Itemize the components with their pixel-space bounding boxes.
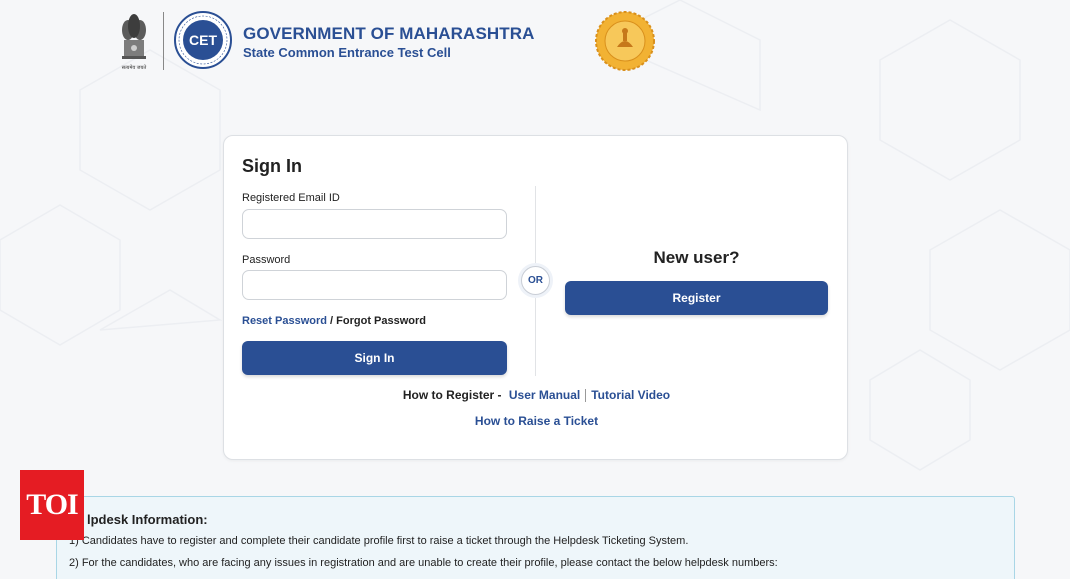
helpdesk-title: lpdesk Information: [87,512,208,527]
forgot-password-link[interactable]: Forgot Password [336,315,426,327]
emblem-caption: सत्यमेव जयते [122,64,147,71]
cet-logo-text: CET [189,32,217,48]
header-divider [163,12,164,70]
site-header: सत्यमेव जयते CET GOVERNMENT OF MAHARASHT… [0,0,1070,80]
tutorial-video-link[interactable]: Tutorial Video [591,388,670,402]
maharashtra-seal-icon [595,11,655,71]
signin-button[interactable]: Sign In [242,341,507,375]
register-button[interactable]: Register [565,281,828,315]
helpdesk-item: 2) For the candidates, who are facing an… [69,557,778,569]
how-to-register-row: How to Register - User Manual Tutorial Vi… [224,388,849,403]
new-user-heading: New user? [653,248,740,267]
cet-logo-icon: CET [174,11,232,69]
header-title: GOVERNMENT OF MAHARASHTRA [243,24,535,43]
link-separator: / [326,315,337,327]
reset-password-link[interactable]: Reset Password [242,315,327,327]
helpdesk-item: 1) Candidates have to register and compl… [69,535,689,547]
helpdesk-panel: lpdesk Information: 1) Candidates have t… [56,496,1015,579]
link-separator-bar [585,389,587,403]
signin-title: Sign In [242,156,302,176]
password-label: Password [242,254,291,266]
email-label: Registered Email ID [242,192,340,204]
how-to-register-label: How to Register - [402,388,502,402]
signin-card: Sign In Registered Email ID Password Res… [223,135,848,460]
header-subtitle: State Common Entrance Test Cell [243,45,451,60]
or-badge: OR [521,266,550,295]
user-manual-link[interactable]: User Manual [509,388,580,402]
email-field[interactable] [242,209,507,239]
password-field[interactable] [242,270,507,300]
raise-ticket-link[interactable]: How to Raise a Ticket [224,414,849,428]
national-emblem-icon: सत्यमेव जयते [122,14,147,71]
password-links: Reset Password / Forgot Password [242,315,426,327]
toi-watermark-logo: TOI [20,470,84,540]
